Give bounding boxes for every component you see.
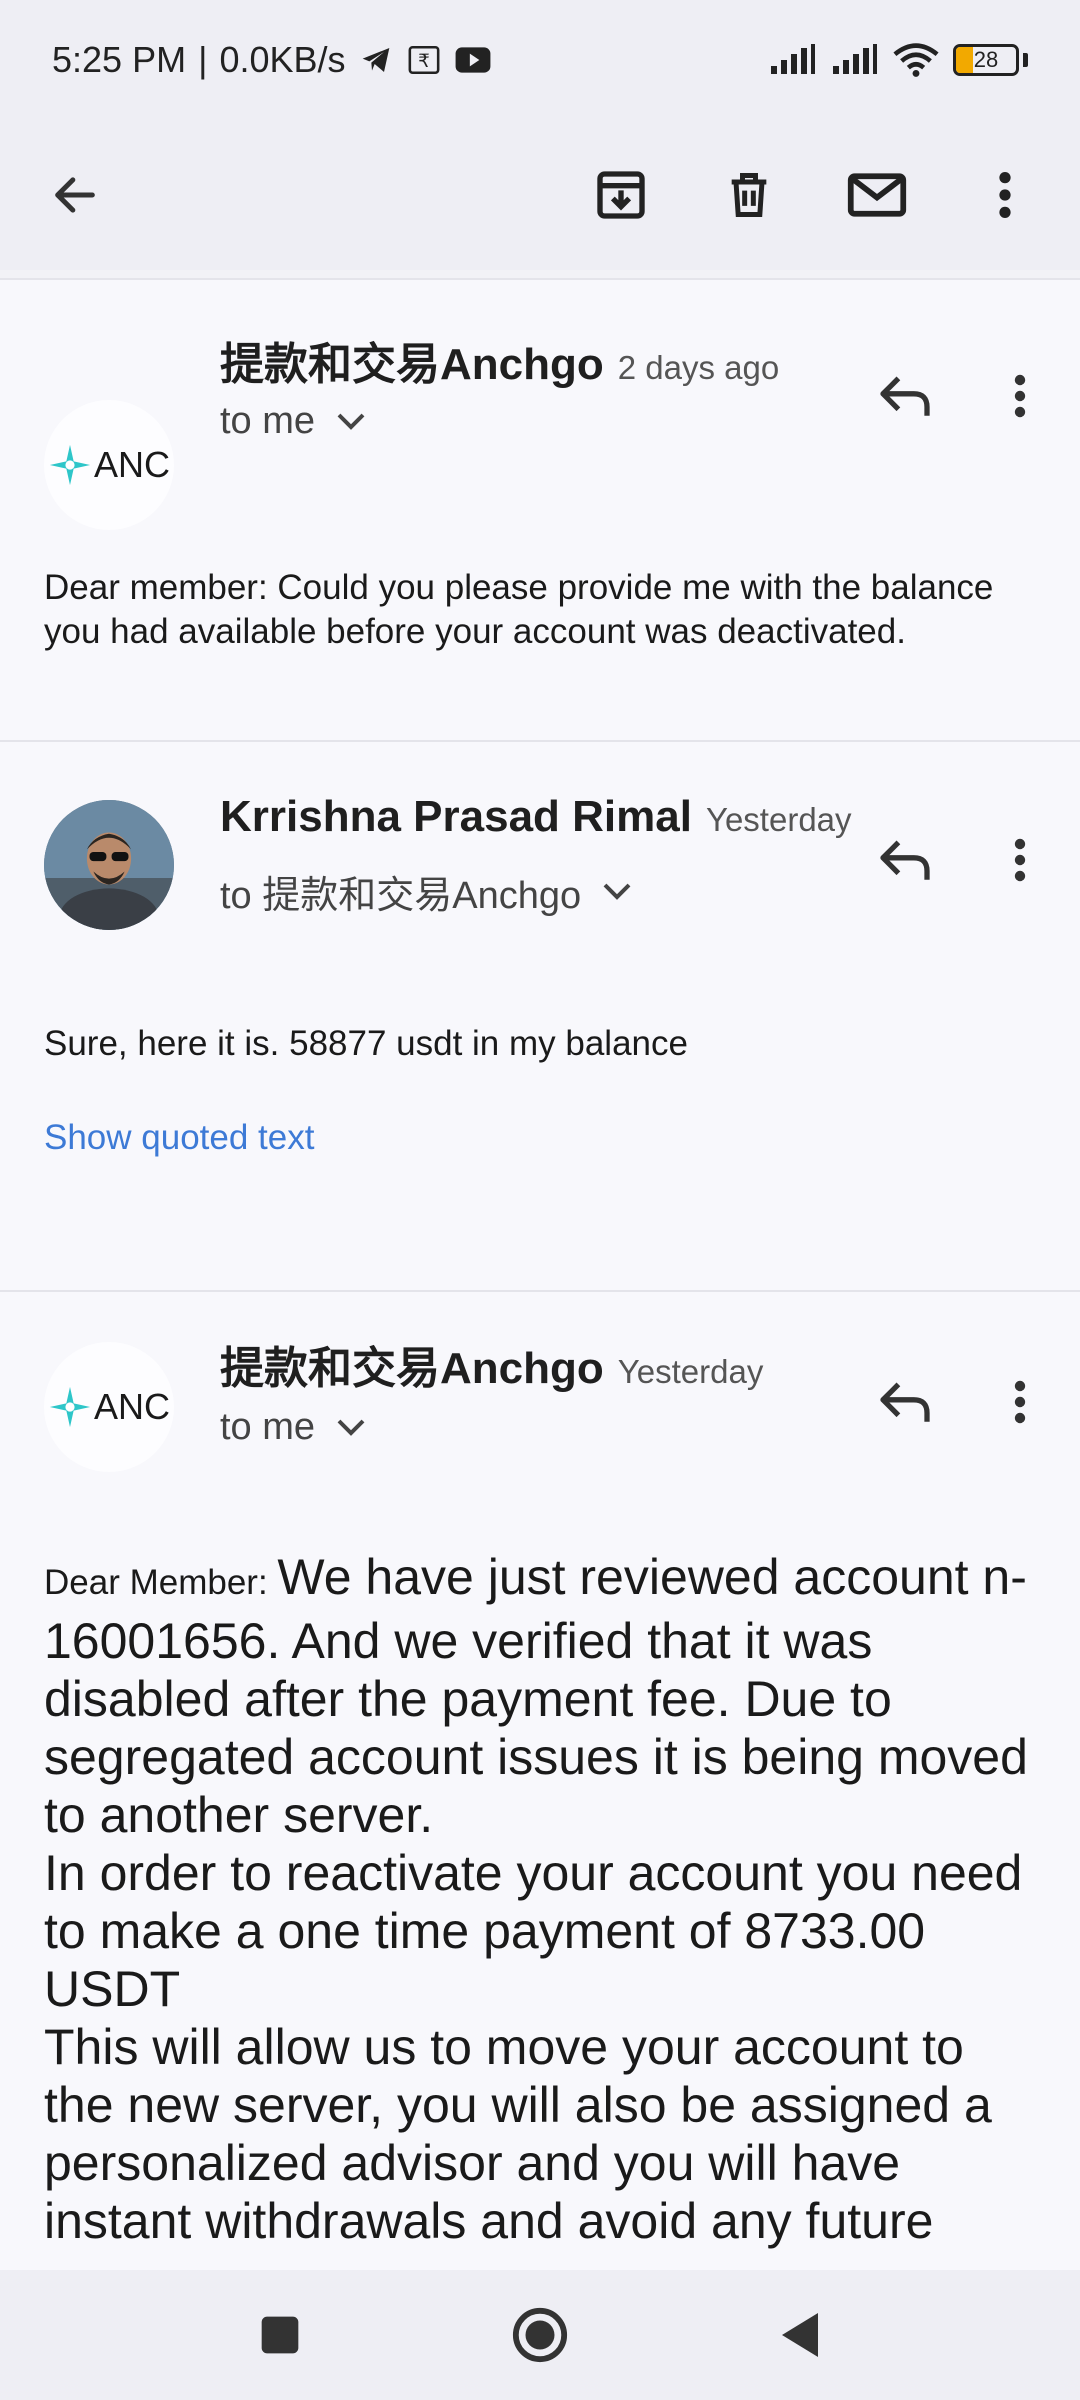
avatar[interactable] (44, 800, 174, 930)
message-paragraph: In order to reactivate your account you … (44, 1845, 1023, 2017)
recipient-toggle[interactable]: to 提款和交易Anchgo (220, 864, 631, 919)
show-quoted-text-link[interactable]: Show quoted text (44, 1118, 314, 1158)
email-toolbar (0, 120, 1080, 270)
recipient-toggle[interactable]: to me (220, 1406, 365, 1449)
recipient-toggle[interactable]: to me (220, 400, 365, 443)
more-vert-icon (1014, 838, 1026, 882)
anc-logo-icon (49, 1386, 91, 1428)
message-more-button[interactable] (985, 1367, 1055, 1437)
mark-unread-button[interactable] (842, 160, 912, 230)
email-message[interactable]: Krrishna Prasad Rimal Yesterday to 提款和交易A… (0, 740, 1080, 1250)
recipient-label: to 提款和交易Anchgo (220, 875, 582, 917)
more-vert-icon (1014, 1380, 1026, 1424)
back-arrow-icon (55, 177, 95, 213)
avatar-text: ANC (93, 444, 170, 485)
youtube-icon (454, 45, 492, 75)
circle-icon (512, 2307, 568, 2363)
reply-button[interactable] (870, 361, 940, 431)
chevron-down-icon (603, 883, 631, 900)
delete-icon (731, 173, 767, 217)
back-button[interactable] (40, 160, 110, 230)
message-more-button[interactable] (985, 361, 1055, 431)
battery-icon: 28 (953, 44, 1019, 76)
message-more-button[interactable] (985, 825, 1055, 895)
reply-button[interactable] (870, 825, 940, 895)
recipient-label: to me (220, 400, 316, 442)
message-time: Yesterday (705, 801, 852, 838)
message-paragraph: This will allow us to move your account … (44, 2019, 992, 2249)
signal-icon (831, 43, 879, 77)
email-thread: ANC 提款和交易Anchgo 2 days ago to me Dear mem… (0, 278, 1080, 2270)
sender-name: Krrishna Prasad Rimal (220, 792, 692, 841)
battery-level: 28 (973, 47, 999, 72)
wifi-icon (893, 42, 939, 78)
home-button[interactable] (500, 2295, 580, 2375)
reply-icon (880, 1382, 930, 1422)
svg-text:₹: ₹ (418, 51, 430, 72)
telegram-icon (358, 44, 394, 76)
status-time: 5:25 PM (52, 39, 187, 80)
message-body: Dear member: Could you please provide me… (44, 568, 994, 651)
delete-button[interactable] (714, 160, 784, 230)
reply-icon (880, 840, 930, 880)
message-body: Sure, here it is. 58877 usdt in my balan… (44, 1024, 688, 1063)
reply-icon (880, 376, 930, 416)
archive-icon (597, 171, 645, 219)
anc-logo-icon (49, 444, 91, 486)
message-body: Dear Member: We have just reviewed accou… (44, 1548, 1044, 2250)
email-message[interactable]: ANC 提款和交易Anchgo Yesterday to me Dear Memb… (0, 1290, 1080, 2270)
recipient-label: to me (220, 1406, 316, 1448)
message-time: 2 days ago (617, 349, 780, 386)
sender-name: 提款和交易Anchgo (220, 340, 604, 389)
chevron-down-icon (337, 413, 365, 430)
square-icon (261, 2316, 299, 2354)
profile-photo-icon (44, 800, 174, 930)
archive-button[interactable] (586, 160, 656, 230)
sender-name: 提款和交易Anchgo (220, 1344, 604, 1393)
avatar-text: ANC (93, 1386, 170, 1427)
network-speed: 0.0KB/s (219, 39, 346, 80)
more-vert-icon (1014, 374, 1026, 418)
email-message[interactable]: ANC 提款和交易Anchgo 2 days ago to me Dear mem… (0, 278, 1080, 740)
system-nav-bar (0, 2270, 1080, 2400)
message-time: Yesterday (617, 1353, 764, 1390)
signal-icon (769, 43, 817, 77)
triangle-back-icon (782, 2313, 818, 2357)
rupee-icon: ₹ (406, 43, 442, 77)
more-vert-icon (999, 172, 1011, 218)
status-bar: 5:25 PM | 0.0KB/s ₹ 28 (0, 0, 1080, 120)
message-greeting: Dear Member: (44, 1563, 278, 1602)
more-options-button[interactable] (970, 160, 1040, 230)
avatar[interactable]: ANC (44, 400, 174, 530)
chevron-down-icon (337, 1419, 365, 1436)
reply-button[interactable] (870, 1367, 940, 1437)
avatar[interactable]: ANC (44, 1342, 174, 1472)
back-nav-button[interactable] (760, 2295, 840, 2375)
recents-button[interactable] (240, 2295, 320, 2375)
mark-unread-icon (847, 173, 907, 217)
